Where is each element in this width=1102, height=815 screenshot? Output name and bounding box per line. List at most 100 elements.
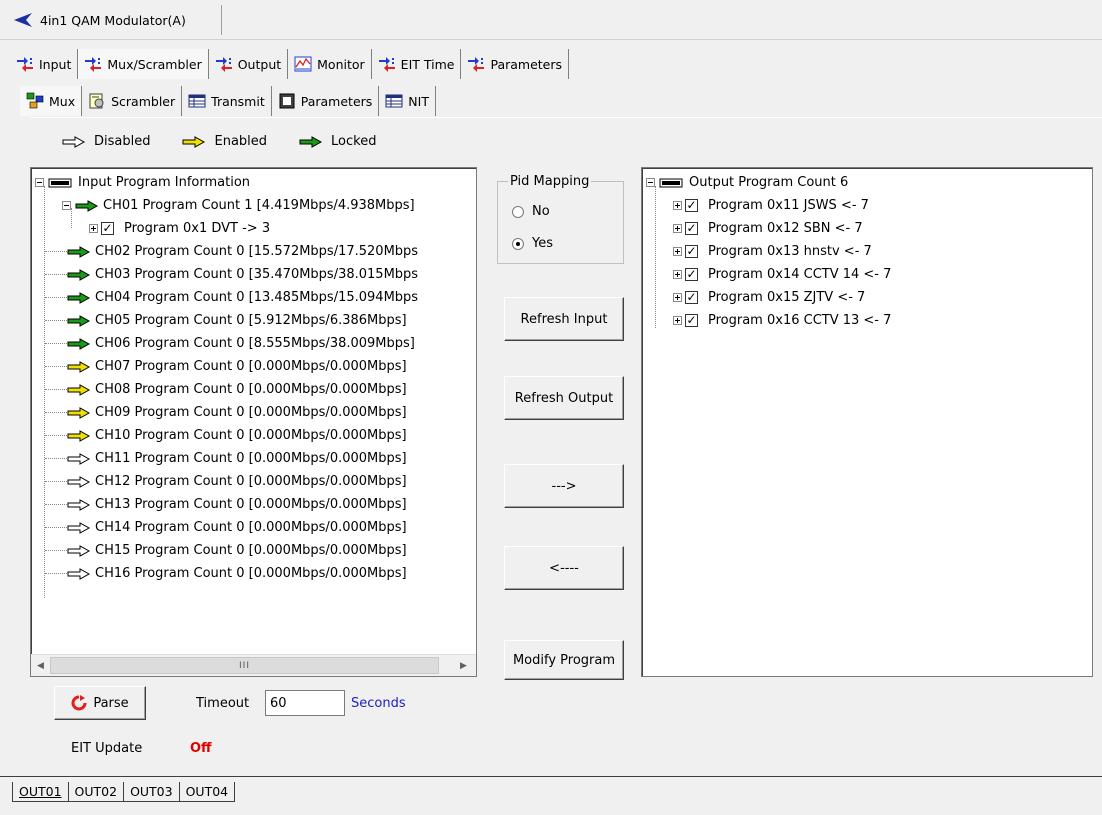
eit-arrows-icon: [378, 57, 395, 72]
collapse-toggle[interactable]: [35, 178, 44, 187]
tab-out01[interactable]: OUT01: [12, 782, 69, 802]
subtab-scrambler[interactable]: Scrambler: [82, 86, 183, 116]
channel-row[interactable]: CH05 Program Count 0 [5.912Mbps/6.386Mbp…: [45, 309, 407, 332]
remove-program-button[interactable]: <----: [504, 546, 624, 590]
subtab-parameters[interactable]: Parameters: [272, 86, 380, 116]
arrow-legend: Disabled Enabled Locked: [62, 134, 376, 149]
scroll-right-icon[interactable]: ▶: [455, 657, 472, 674]
tab-output[interactable]: Output: [209, 49, 289, 79]
parse-button[interactable]: Parse: [54, 686, 146, 720]
program-checkbox[interactable]: ✓: [685, 314, 698, 327]
output-program-tree[interactable]: Output Program Count 6 ✓ Program 0x11 JSW…: [641, 167, 1093, 677]
legend-locked: Locked: [299, 134, 376, 149]
locked-arrow-icon: [67, 291, 91, 304]
output-program-row[interactable]: ✓ Program 0x13 hnstv <- 7: [673, 240, 872, 263]
program-checkbox[interactable]: ✓: [685, 291, 698, 304]
tab-parameters[interactable]: Parameters: [461, 49, 570, 79]
tab-mux-scrambler[interactable]: Mux/Scrambler: [78, 49, 209, 79]
locked-arrow-icon: [67, 337, 91, 350]
monitor-chart-icon: [294, 56, 312, 72]
disabled-arrow-icon: [67, 567, 91, 580]
output-tree-root[interactable]: Output Program Count 6: [646, 171, 848, 194]
channel-row-ch01[interactable]: CH01 Program Count 1 [4.419Mbps/4.938Mbp…: [62, 194, 415, 217]
radio-no[interactable]: [512, 205, 524, 218]
expand-toggle[interactable]: [673, 293, 682, 302]
channel-row[interactable]: CH07 Program Count 0 [0.000Mbps/0.000Mbp…: [45, 355, 407, 378]
pid-mapping-group: [497, 181, 624, 264]
channel-row[interactable]: CH09 Program Count 0 [0.000Mbps/0.000Mbp…: [45, 401, 407, 424]
scroll-thumb[interactable]: III: [50, 657, 439, 674]
main-tab-bar: Input Mux/Scrambler Output Monitor EIT T…: [10, 49, 570, 79]
channel-row[interactable]: CH10 Program Count 0 [0.000Mbps/0.000Mbp…: [45, 424, 407, 447]
subtab-mux[interactable]: Mux: [20, 86, 83, 116]
expand-toggle[interactable]: [673, 201, 682, 210]
tab-out04[interactable]: OUT04: [179, 782, 236, 802]
output-program-row[interactable]: ✓ Program 0x14 CCTV 14 <- 7: [673, 263, 891, 286]
channel-row[interactable]: CH16 Program Count 0 [0.000Mbps/0.000Mbp…: [45, 562, 407, 585]
program-checkbox[interactable]: ✓: [685, 199, 698, 212]
enabled-arrow-icon: [67, 383, 91, 396]
tab-output-label: Output: [237, 56, 282, 72]
input-tree-root[interactable]: Input Program Information: [35, 171, 250, 194]
output-program-row[interactable]: ✓ Program 0x15 ZJTV <- 7: [673, 286, 865, 309]
output-program-row[interactable]: ✓ Program 0x12 SBN <- 7: [673, 217, 863, 240]
channel-row[interactable]: CH02 Program Count 0 [15.572Mbps/17.520M…: [45, 240, 418, 263]
program-checkbox[interactable]: ✓: [685, 222, 698, 235]
subtab-transmit[interactable]: Transmit: [182, 86, 272, 116]
disabled-arrow-icon: [67, 498, 91, 511]
program-checkbox[interactable]: ✓: [685, 245, 698, 258]
disabled-arrow-icon: [67, 544, 91, 557]
collapse-toggle[interactable]: [646, 178, 655, 187]
disabled-arrow-icon: [62, 135, 86, 148]
tab-monitor[interactable]: Monitor: [288, 49, 372, 79]
window-title: 4in1 QAM Modulator(A): [40, 12, 186, 28]
tab-out03[interactable]: OUT03: [124, 782, 180, 802]
channel-row[interactable]: CH15 Program Count 0 [0.000Mbps/0.000Mbp…: [45, 539, 407, 562]
refresh-output-button[interactable]: Refresh Output: [504, 376, 624, 420]
tab-out02[interactable]: OUT02: [68, 782, 125, 802]
pid-mapping-no[interactable]: No: [512, 204, 550, 219]
channel-row[interactable]: CH03 Program Count 0 [35.470Mbps/38.015M…: [45, 263, 418, 286]
channel-row[interactable]: CH08 Program Count 0 [0.000Mbps/0.000Mbp…: [45, 378, 407, 401]
back-arrow-icon: [14, 13, 32, 27]
scroll-left-icon[interactable]: ◀: [32, 657, 49, 674]
program-row-dvt[interactable]: ✓ Program 0x1 DVT -> 3: [89, 217, 270, 240]
disabled-arrow-icon: [67, 475, 91, 488]
expand-toggle[interactable]: [673, 224, 682, 233]
channel-row[interactable]: CH13 Program Count 0 [0.000Mbps/0.000Mbp…: [45, 493, 407, 516]
timeout-label: Timeout: [196, 696, 250, 711]
refresh-input-button[interactable]: Refresh Input: [504, 297, 624, 341]
scrambler-icon: [89, 93, 104, 109]
channel-row[interactable]: CH14 Program Count 0 [0.000Mbps/0.000Mbp…: [45, 516, 407, 539]
channel-row[interactable]: CH06 Program Count 0 [8.555Mbps/38.009Mb…: [45, 332, 415, 355]
expand-toggle[interactable]: [673, 270, 682, 279]
input-program-tree[interactable]: Input Program Information CH01 Program C…: [30, 167, 477, 677]
subtab-nit[interactable]: NIT: [379, 86, 436, 116]
disabled-arrow-icon: [67, 452, 91, 465]
legend-enabled: Enabled: [182, 134, 267, 149]
radio-yes[interactable]: [512, 237, 524, 250]
channel-row[interactable]: CH12 Program Count 0 [0.000Mbps/0.000Mbp…: [45, 470, 407, 493]
nit-table-icon: [385, 94, 403, 108]
program-checkbox[interactable]: ✓: [685, 268, 698, 281]
output-program-row[interactable]: ✓ Program 0x16 CCTV 13 <- 7: [673, 309, 891, 332]
locked-arrow-icon: [299, 135, 323, 148]
program-checkbox[interactable]: ✓: [101, 222, 114, 235]
timeout-input[interactable]: [265, 690, 345, 716]
collapse-toggle[interactable]: [62, 201, 71, 210]
device-icon: [48, 178, 72, 187]
window-title-tab[interactable]: 4in1 QAM Modulator(A): [10, 5, 222, 35]
tab-eit-time[interactable]: EIT Time: [372, 49, 462, 79]
output-program-row[interactable]: ✓ Program 0x11 JSWS <- 7: [673, 194, 869, 217]
channel-row[interactable]: CH11 Program Count 0 [0.000Mbps/0.000Mbp…: [45, 447, 407, 470]
pid-mapping-yes[interactable]: Yes: [512, 236, 553, 251]
expand-toggle[interactable]: [673, 247, 682, 256]
modify-program-button[interactable]: Modify Program: [504, 640, 624, 680]
expand-toggle[interactable]: [89, 224, 98, 233]
tab-input[interactable]: Input: [10, 49, 79, 79]
output-arrows-icon: [215, 57, 232, 72]
input-tree-hscrollbar[interactable]: ◀ III ▶: [31, 654, 476, 676]
add-program-button[interactable]: --->: [504, 464, 624, 508]
channel-row[interactable]: CH04 Program Count 0 [13.485Mbps/15.094M…: [45, 286, 418, 309]
expand-toggle[interactable]: [673, 316, 682, 325]
